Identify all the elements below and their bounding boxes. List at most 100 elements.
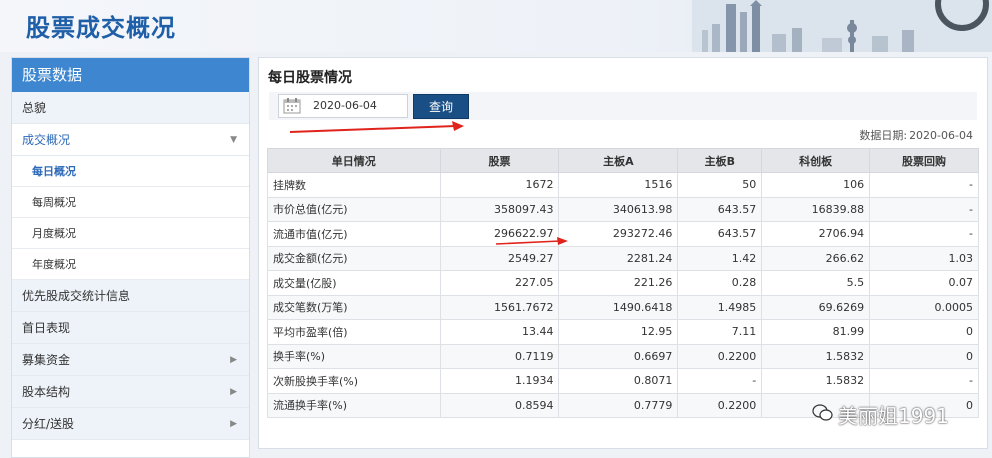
row-label: 成交量(亿股) <box>267 270 441 296</box>
table-row: 成交笔数(万笔) 1561.7672 1490.6418 1.4985 69.6269 0… <box>267 294 979 320</box>
skyline-banner <box>692 0 992 52</box>
table-cell: 0.7779 <box>558 392 679 418</box>
table-cell: - <box>869 172 979 198</box>
row-label: 流通换手率(%) <box>267 392 441 418</box>
sidebar-subitem-daily[interactable]: 每日概况 <box>12 156 249 187</box>
sidebar-item-funds-raised[interactable]: 募集资金 ▶ <box>12 344 249 376</box>
column-header: 单日情况 <box>267 148 441 173</box>
table-cell: 1561.7672 <box>439 294 560 320</box>
sidebar-item-label: 分红/送股 <box>22 417 75 431</box>
table-cell: 81.99 <box>761 319 871 345</box>
table-row: 成交量(亿股) 227.05 221.26 0.28 5.5 0.07 <box>267 270 979 296</box>
table-cell: - <box>677 368 763 394</box>
column-header: 主板B <box>677 148 763 173</box>
sidebar-item-share-structure[interactable]: 股本结构 ▶ <box>12 376 249 408</box>
table-cell: 0.6697 <box>558 343 679 369</box>
row-label: 换手率(%) <box>267 343 441 369</box>
sidebar-subitem-monthly[interactable]: 月度概况 <box>12 218 249 249</box>
sidebar-item-label: 优先股成交统计信息 <box>22 289 131 303</box>
table-cell: 106 <box>761 172 871 198</box>
table-cell: - <box>869 196 979 222</box>
table-cell: 0.2200 <box>677 392 763 418</box>
table-cell: 293272.46 <box>558 221 679 247</box>
table-cell: 7.11 <box>677 319 763 345</box>
watermark: 美丽姐1991 <box>812 400 982 428</box>
column-header: 科创板 <box>761 148 871 173</box>
row-label: 市价总值(亿元) <box>267 196 441 222</box>
chevron-right-icon: ▶ <box>230 419 237 429</box>
page-title: 股票成交概况 <box>26 14 176 42</box>
table-cell: 2706.94 <box>761 221 871 247</box>
table-cell: 0 <box>869 343 979 369</box>
annotation-arrow-2 <box>495 237 568 245</box>
sidebar-item-overview[interactable]: 总貌 <box>12 92 249 124</box>
row-label: 成交金额(亿元) <box>267 245 441 271</box>
page-header: 股票成交概况 <box>0 0 992 52</box>
sidebar-item-dividend[interactable]: 分红/送股 ▶ <box>12 408 249 440</box>
table-row: 成交金额(亿元) 2549.27 2281.24 1.42 266.62 1.03 <box>267 245 979 271</box>
table-row: 换手率(%) 0.7119 0.6697 0.2200 1.5832 0 <box>267 343 979 369</box>
sidebar: 股票数据 总貌 成交概况 ▼ 每日概况 每周概况 月度概况 年度概况 优先股成交统… <box>11 57 250 458</box>
sidebar-item-label: 首日表现 <box>22 321 71 335</box>
row-label: 流通市值(亿元) <box>267 221 441 247</box>
table-cell: 340613.98 <box>558 196 679 222</box>
chevron-right-icon: ▶ <box>230 355 237 365</box>
column-header: 股票回购 <box>869 148 979 173</box>
panel-title: 每日股票情况 <box>268 70 352 86</box>
table-cell: 13.44 <box>439 319 560 345</box>
watermark-text: 美丽姐1991 <box>838 404 949 428</box>
table-cell: 0.07 <box>869 270 979 296</box>
table-cell: 0.0005 <box>869 294 979 320</box>
sidebar-subitem-yearly[interactable]: 年度概况 <box>12 249 249 280</box>
table-cell: 0.8594 <box>439 392 560 418</box>
table-cell: 1672 <box>439 172 560 198</box>
chevron-right-icon: ▶ <box>230 387 237 397</box>
table-cell: 1.5832 <box>761 343 871 369</box>
table-cell: 50 <box>677 172 763 198</box>
table-row: 平均市盈率(倍) 13.44 12.95 7.11 81.99 0 <box>267 319 979 345</box>
sidebar-subitem-weekly[interactable]: 每周概况 <box>12 187 249 218</box>
query-button[interactable]: 查询 <box>413 94 469 119</box>
sidebar-item-label: 股本结构 <box>22 385 71 399</box>
table-cell: 221.26 <box>558 270 679 296</box>
table-cell: 12.95 <box>558 319 679 345</box>
table-cell: 1.42 <box>677 245 763 271</box>
table-cell: 0.7119 <box>439 343 560 369</box>
sidebar-item-label: 成交概况 <box>22 133 71 147</box>
table-cell: 358097.43 <box>439 196 560 222</box>
table-cell: 2281.24 <box>558 245 679 271</box>
table-cell: 2549.27 <box>439 245 560 271</box>
table-cell: - <box>869 221 979 247</box>
table-row: 市价总值(亿元) 358097.43 340613.98 643.57 16839.88… <box>267 196 979 222</box>
data-date-value: 2020-06-04 <box>909 129 973 142</box>
date-input[interactable]: 2020-06-04 <box>278 94 408 118</box>
data-date: 数据日期: 2020-06-04 <box>857 127 973 143</box>
table-cell: - <box>869 368 979 394</box>
calendar-icon <box>283 98 301 114</box>
table-row: 次新股换手率(%) 1.1934 0.8071-1.5832- <box>267 368 979 394</box>
chevron-down-icon: ▼ <box>230 135 237 145</box>
annotation-arrow-1 <box>289 121 464 133</box>
sidebar-item-trading-overview[interactable]: 成交概况 ▼ <box>12 124 249 156</box>
table-cell: 227.05 <box>439 270 560 296</box>
sidebar-item-first-day[interactable]: 首日表现 <box>12 312 249 344</box>
sidebar-item-label: 总貌 <box>22 101 47 115</box>
table-cell: 5.5 <box>761 270 871 296</box>
row-label: 平均市盈率(倍) <box>267 319 441 345</box>
column-header: 股票 <box>439 148 560 173</box>
sidebar-heading: 股票数据 <box>12 58 249 92</box>
table-cell: 0.28 <box>677 270 763 296</box>
table-cell: 643.57 <box>677 221 763 247</box>
table-cell: 1490.6418 <box>558 294 679 320</box>
data-date-label: 数据日期: <box>859 129 908 142</box>
sidebar-item-label: 募集资金 <box>22 353 71 367</box>
table-cell: 69.6269 <box>761 294 871 320</box>
row-label: 挂牌数 <box>267 172 441 198</box>
sidebar-item-preferred-stock[interactable]: 优先股成交统计信息 <box>12 280 249 312</box>
table-cell: 266.62 <box>761 245 871 271</box>
table-cell: 1.4985 <box>677 294 763 320</box>
row-label: 成交笔数(万笔) <box>267 294 441 320</box>
table-row: 挂牌数 1672 1516 50 106- <box>267 172 979 198</box>
table-cell: 0.2200 <box>677 343 763 369</box>
table-cell: 1.5832 <box>761 368 871 394</box>
